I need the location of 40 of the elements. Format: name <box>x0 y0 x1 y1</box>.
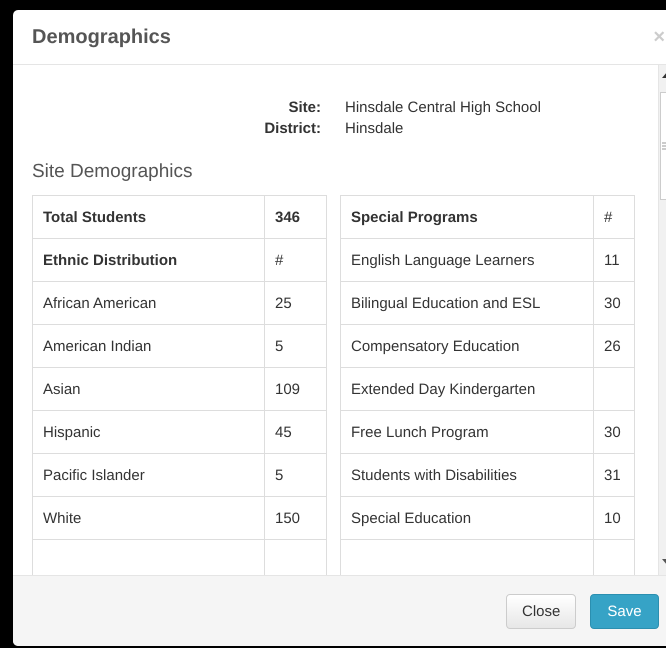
table-cell: African American <box>32 282 264 324</box>
table-cell: 45 <box>264 410 326 454</box>
table-cell: 25 <box>264 282 326 324</box>
table-cell: American Indian <box>32 324 264 368</box>
table-cell: 150 <box>264 496 326 540</box>
table-cell: Compensatory Education <box>340 324 594 368</box>
field-label: Site: <box>287 99 321 116</box>
table-cell: 11 <box>594 238 634 282</box>
table-cell: Bilingual Education and ESL <box>340 282 594 324</box>
field-value: Hinsdale <box>345 120 404 137</box>
table-cell: 26 <box>594 324 634 368</box>
table-cell: # <box>594 196 634 238</box>
table-cell: Special Programs <box>340 196 594 238</box>
field-value: Hinsdale Central High School <box>345 99 542 116</box>
close-icon[interactable]: × <box>653 27 665 47</box>
table-cell: Free Lunch Program <box>340 410 594 454</box>
table-cell: 109 <box>264 368 326 410</box>
table-cell: Asian <box>32 368 264 410</box>
table-cell: 31 <box>594 454 634 496</box>
table-cell: Hispanic <box>32 410 264 454</box>
table-cell: Total Students <box>32 196 264 238</box>
table-cell: 10 <box>594 496 634 540</box>
table-cell: Pacific Islander <box>32 454 264 496</box>
table-cell: Ethnic Distribution <box>32 238 264 282</box>
table-cell: 30 <box>594 410 634 454</box>
save-button[interactable]: Save <box>590 594 659 628</box>
section-title: Site Demographics <box>32 161 194 183</box>
table-cell: # <box>264 238 326 282</box>
table-cell: Students with Disabilities <box>340 454 594 496</box>
table-cell: English Language Learners <box>340 238 594 282</box>
table-cell: White <box>32 496 264 540</box>
dialog-title: Demographics <box>32 26 171 48</box>
table-cell: Special Education <box>340 496 594 540</box>
table-cell: 5 <box>264 454 326 496</box>
table-cell: 30 <box>594 282 634 324</box>
table-cell: Extended Day Kindergarten <box>340 368 594 410</box>
table-cell: 5 <box>264 324 326 368</box>
table-cell: 346 <box>264 196 326 238</box>
close-button[interactable]: Close <box>506 594 576 628</box>
field-label: District: <box>263 120 321 137</box>
